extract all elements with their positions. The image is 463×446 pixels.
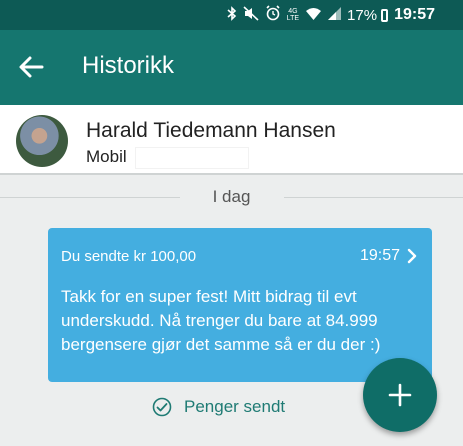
transaction-bubble[interactable]: Du sendte kr 100,00 19:57 Takk for en su… (48, 228, 432, 382)
plus-icon (388, 383, 412, 407)
clock: 19:57 (394, 6, 435, 23)
payment-status: Penger sendt (152, 397, 285, 417)
battery-percent: 17% (347, 6, 378, 24)
day-divider: I dag (0, 185, 463, 209)
payment-status-text: Penger sendt (184, 397, 286, 416)
avatar (16, 115, 68, 167)
app-bar: Historikk (0, 30, 463, 105)
signal-icon (328, 6, 342, 24)
alarm-icon (265, 5, 281, 25)
network-type-label: 4G LTE (286, 8, 300, 22)
transaction-summary: Du sendte kr 100,00 (61, 248, 197, 265)
redacted-phone-number (135, 147, 250, 169)
day-label: I dag (212, 187, 251, 206)
transaction-message: Takk for en super fest! Mitt bidrag til … (61, 287, 381, 354)
page-title: Historikk (82, 52, 175, 79)
bluetooth-icon (227, 5, 237, 25)
status-bar: 4G LTE 17% 19:57 (0, 0, 463, 30)
check-circle-icon (152, 397, 172, 417)
contact-phone-row: Mobil (86, 147, 250, 169)
contact-header: Harald Tiedemann Hansen Mobil (0, 105, 463, 175)
battery-icon (381, 8, 389, 22)
phone-label: Mobil (86, 147, 127, 166)
arrow-left-icon[interactable] (18, 54, 44, 80)
wifi-icon (305, 7, 322, 24)
new-payment-button[interactable] (363, 358, 437, 432)
contact-name: Harald Tiedemann Hansen (86, 119, 336, 142)
mute-icon (243, 5, 259, 25)
transaction-time: 19:57 (359, 247, 400, 264)
chevron-right-icon[interactable] (406, 248, 418, 264)
